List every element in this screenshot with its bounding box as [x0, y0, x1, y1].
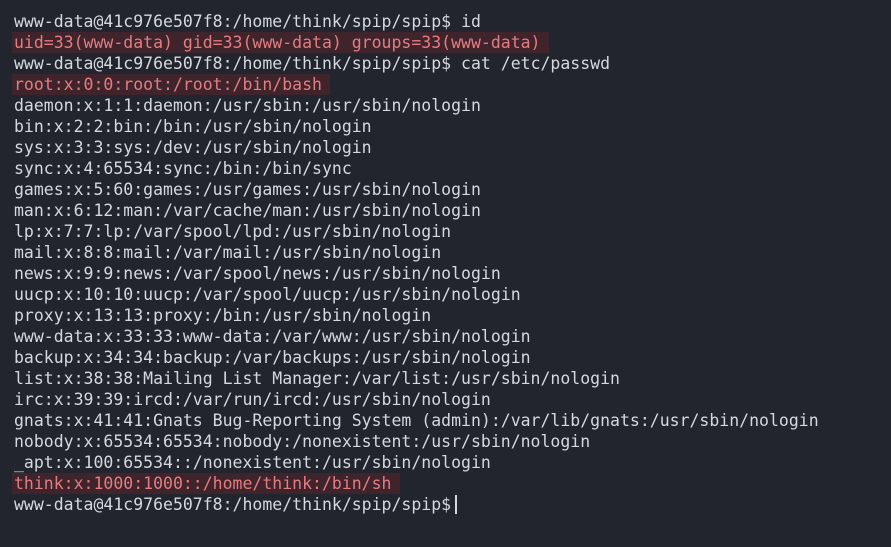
output-text: _apt:x:100:65534::/nonexistent:/usr/sbin… — [14, 453, 491, 472]
output-text: lp:x:7:7:lp:/var/spool/lpd:/usr/sbin/nol… — [14, 222, 452, 241]
output-text: sys:x:3:3:sys:/dev:/usr/sbin/nologin — [14, 138, 372, 157]
output-line: daemon:x:1:1:daemon:/usr/sbin:/usr/sbin/… — [14, 95, 891, 116]
text-cursor — [455, 495, 458, 514]
output-text: man:x:6:12:man:/var/cache/man:/usr/sbin/… — [14, 201, 481, 220]
output-line: mail:x:8:8:mail:/var/mail:/usr/sbin/nolo… — [14, 242, 891, 263]
output-text: bin:x:2:2:bin:/bin:/usr/sbin/nologin — [14, 117, 372, 136]
output-line: backup:x:34:34:backup:/var/backups:/usr/… — [14, 347, 891, 368]
output-text: games:x:5:60:games:/usr/games:/usr/sbin/… — [14, 180, 481, 199]
output-text: nobody:x:65534:65534:nobody:/nonexistent… — [14, 432, 591, 451]
output-text: mail:x:8:8:mail:/var/mail:/usr/sbin/nolo… — [14, 243, 442, 262]
highlighted-output-line: root:x:0:0:root:/root:/bin/bash — [12, 74, 891, 95]
highlighted-output-line: think:x:1000:1000::/home/think:/bin/sh — [12, 473, 891, 494]
output-line: _apt:x:100:65534::/nonexistent:/usr/sbin… — [14, 452, 891, 473]
output-line: sys:x:3:3:sys:/dev:/usr/sbin/nologin — [14, 137, 891, 158]
output-text: uid=33(www-data) gid=33(www-data) groups… — [12, 32, 549, 53]
output-text: news:x:9:9:news:/var/spool/news:/usr/sbi… — [14, 264, 501, 283]
output-line: irc:x:39:39:ircd:/var/run/ircd:/usr/sbin… — [14, 389, 891, 410]
output-line: man:x:6:12:man:/var/cache/man:/usr/sbin/… — [14, 200, 891, 221]
output-line: list:x:38:38:Mailing List Manager:/var/l… — [14, 368, 891, 389]
output-text: www-data:x:33:33:www-data:/var/www:/usr/… — [14, 327, 531, 346]
output-line: bin:x:2:2:bin:/bin:/usr/sbin/nologin — [14, 116, 891, 137]
terminal-window[interactable]: www-data@41c976e507f8:/home/think/spip/s… — [0, 0, 891, 547]
output-line: gnats:x:41:41:Gnats Bug-Reporting System… — [14, 410, 891, 431]
output-line: www-data:x:33:33:www-data:/var/www:/usr/… — [14, 326, 891, 347]
shell-command: id — [451, 12, 481, 31]
output-text: sync:x:4:65534:sync:/bin:/bin/sync — [14, 159, 352, 178]
output-line: lp:x:7:7:lp:/var/spool/lpd:/usr/sbin/nol… — [14, 221, 891, 242]
output-text: root:x:0:0:root:/root:/bin/bash — [12, 74, 330, 95]
output-text: backup:x:34:34:backup:/var/backups:/usr/… — [14, 348, 531, 367]
output-text: think:x:1000:1000::/home/think:/bin/sh — [12, 473, 400, 494]
output-text: gnats:x:41:41:Gnats Bug-Reporting System… — [14, 411, 819, 430]
output-text: uucp:x:10:10:uucp:/var/spool/uucp:/usr/s… — [14, 285, 521, 304]
output-line: uucp:x:10:10:uucp:/var/spool/uucp:/usr/s… — [14, 284, 891, 305]
output-line: games:x:5:60:games:/usr/games:/usr/sbin/… — [14, 179, 891, 200]
terminal-command-line: www-data@41c976e507f8:/home/think/spip/s… — [14, 494, 891, 515]
output-line: sync:x:4:65534:sync:/bin:/bin/sync — [14, 158, 891, 179]
output-text: list:x:38:38:Mailing List Manager:/var/l… — [14, 369, 620, 388]
shell-prompt: www-data@41c976e507f8:/home/think/spip/s… — [14, 495, 452, 514]
shell-command: cat /etc/passwd — [451, 54, 611, 73]
shell-prompt: www-data@41c976e507f8:/home/think/spip/s… — [14, 54, 452, 73]
output-line: news:x:9:9:news:/var/spool/news:/usr/sbi… — [14, 263, 891, 284]
output-text: irc:x:39:39:ircd:/var/run/ircd:/usr/sbin… — [14, 390, 491, 409]
highlighted-output-line: uid=33(www-data) gid=33(www-data) groups… — [12, 32, 891, 53]
shell-prompt: www-data@41c976e507f8:/home/think/spip/s… — [14, 12, 452, 31]
output-text: proxy:x:13:13:proxy:/bin:/usr/sbin/nolog… — [14, 306, 432, 325]
terminal-command-line: www-data@41c976e507f8:/home/think/spip/s… — [14, 11, 891, 32]
terminal-command-line: www-data@41c976e507f8:/home/think/spip/s… — [14, 53, 891, 74]
output-text: daemon:x:1:1:daemon:/usr/sbin:/usr/sbin/… — [14, 96, 481, 115]
output-line: nobody:x:65534:65534:nobody:/nonexistent… — [14, 431, 891, 452]
output-line: proxy:x:13:13:proxy:/bin:/usr/sbin/nolog… — [14, 305, 891, 326]
